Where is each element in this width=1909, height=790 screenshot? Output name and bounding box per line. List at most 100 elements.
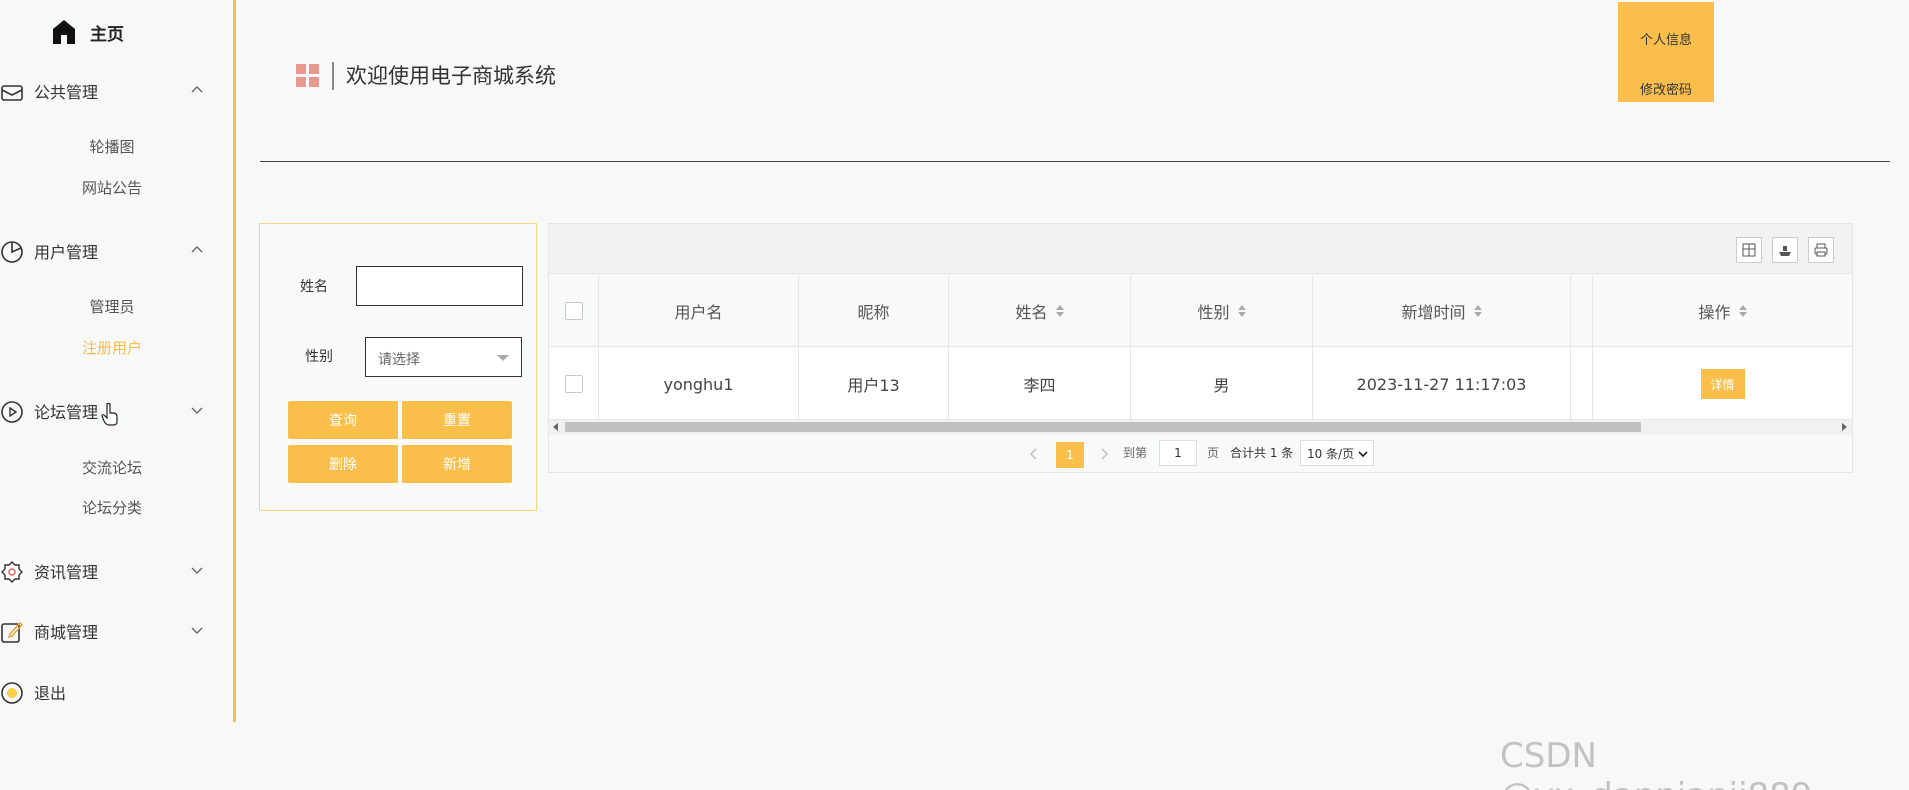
sidebar-group-label: 商城管理 <box>34 623 99 642</box>
print-icon <box>1814 243 1828 257</box>
col-username: 用户名 <box>599 275 799 347</box>
page-size-value: 10 条/页 <box>1307 446 1355 461</box>
select-all-checkbox[interactable] <box>564 302 583 320</box>
sort-icon <box>1738 305 1747 317</box>
table-header: 用户名 昵称 姓名 性别 新增时间 操作 <box>549 275 1852 347</box>
chevron-up-icon <box>191 86 203 93</box>
goto-suffix: 页 <box>1207 446 1220 460</box>
gender-placeholder: 请选择 <box>378 352 420 368</box>
sidebar-logout[interactable]: 退出 <box>0 675 236 709</box>
goto-prefix: 到第 <box>1123 446 1148 460</box>
horizontal-scrollbar[interactable] <box>549 420 1852 434</box>
profile-link[interactable]: 个人信息 <box>1618 29 1714 48</box>
sidebar-group-label: 公共管理 <box>34 83 99 102</box>
page-title: 欢迎使用电子商城系统 <box>332 62 556 90</box>
sidebar-group-forum[interactable]: 论坛管理 <box>0 394 236 428</box>
chevron-down-icon <box>191 567 203 574</box>
sidebar-logout-label: 退出 <box>34 684 67 703</box>
sidebar: 主页 公共管理 轮播图 网站公告 用户管理 管理员 注册用户 论坛管理 交流论坛… <box>0 0 236 722</box>
sidebar-group-label: 论坛管理 <box>34 403 99 422</box>
sort-icon <box>1473 305 1482 317</box>
col-created-label: 新增时间 <box>1401 303 1466 322</box>
row-checkbox-cell <box>549 348 599 420</box>
page-size-select[interactable]: 10 条/页 <box>1300 440 1374 466</box>
badge-icon <box>1 561 23 583</box>
pie-icon <box>1 241 23 263</box>
col-action-label: 操作 <box>1698 303 1731 322</box>
col-spacer <box>1571 275 1593 347</box>
col-name-label: 姓名 <box>1015 303 1048 322</box>
sidebar-group-mall[interactable]: 商城管理 <box>0 614 236 648</box>
col-username-label: 用户名 <box>674 303 723 322</box>
print-button[interactable] <box>1808 237 1834 263</box>
col-created[interactable]: 新增时间 <box>1313 275 1571 347</box>
scroll-left-icon[interactable] <box>553 423 558 431</box>
scroll-right-icon[interactable] <box>1842 423 1847 431</box>
search-panel: 姓名 性别 请选择 查询 重置 删除 新增 <box>259 223 537 511</box>
gender-select[interactable]: 请选择 <box>365 337 522 377</box>
col-nickname: 昵称 <box>799 275 949 347</box>
cell-action: 详情 <box>1593 348 1852 420</box>
next-page-icon[interactable] <box>1099 448 1109 460</box>
header-divider <box>260 161 1890 162</box>
current-page[interactable]: 1 <box>1056 442 1084 468</box>
export-button[interactable] <box>1772 237 1798 263</box>
chevron-down-icon <box>191 407 203 414</box>
sidebar-item-admin[interactable]: 管理员 <box>0 296 224 317</box>
scroll-thumb[interactable] <box>565 422 1641 432</box>
chevron-up-icon <box>191 246 203 253</box>
sidebar-item-forum-category[interactable]: 论坛分类 <box>0 497 224 518</box>
gender-label: 性别 <box>305 349 333 365</box>
sort-icon <box>1055 305 1064 317</box>
col-gender-label: 性别 <box>1197 303 1230 322</box>
reset-button[interactable]: 重置 <box>402 401 512 439</box>
detail-button[interactable]: 详情 <box>1700 369 1745 399</box>
prev-page-icon[interactable] <box>1029 448 1039 460</box>
header-checkbox-cell <box>549 275 599 347</box>
data-table: 用户名 昵称 姓名 性别 新增时间 操作 yonghu1 用户13 李四 男 2… <box>548 223 1853 473</box>
row-checkbox[interactable] <box>564 375 583 393</box>
sidebar-group-news[interactable]: 资讯管理 <box>0 554 236 588</box>
columns-button[interactable] <box>1736 237 1762 263</box>
name-input[interactable] <box>356 266 523 306</box>
page-header: 欢迎使用电子商城系统 <box>296 62 556 90</box>
delete-button[interactable]: 删除 <box>288 445 398 483</box>
table-toolbar <box>549 224 1852 274</box>
columns-icon <box>1742 243 1756 257</box>
sidebar-home-label: 主页 <box>90 24 124 45</box>
sidebar-group-public[interactable]: 公共管理 <box>0 74 236 108</box>
grid-icon <box>296 64 319 87</box>
query-button[interactable]: 查询 <box>288 401 398 439</box>
sidebar-item-notice[interactable]: 网站公告 <box>0 177 224 198</box>
user-menu: 个人信息 修改密码 <box>1618 2 1714 102</box>
cell-gender: 男 <box>1131 348 1313 420</box>
cell-nickname: 用户13 <box>799 348 949 420</box>
goto-page-input[interactable]: 1 <box>1159 440 1197 466</box>
sidebar-item-carousel[interactable]: 轮播图 <box>0 136 224 157</box>
mail-icon <box>1 85 23 101</box>
edit-icon <box>1 621 23 643</box>
col-name[interactable]: 姓名 <box>949 275 1131 347</box>
sidebar-group-users[interactable]: 用户管理 <box>0 234 236 268</box>
sort-icon <box>1237 305 1246 317</box>
cell-username: yonghu1 <box>599 348 799 420</box>
total-count: 合计共 1 条 <box>1230 446 1294 460</box>
table-row: yonghu1 用户13 李四 男 2023-11-27 11:17:03 详情 <box>549 348 1852 420</box>
sidebar-item-registered-users[interactable]: 注册用户 <box>0 337 224 358</box>
sidebar-home[interactable]: 主页 <box>52 14 124 50</box>
dropdown-arrow-icon <box>497 355 509 361</box>
coin-icon <box>1 682 23 704</box>
col-action[interactable]: 操作 <box>1593 275 1852 347</box>
col-gender[interactable]: 性别 <box>1131 275 1313 347</box>
pagination: 1 到第 1 页 合计共 1 条 10 条/页 <box>549 434 1852 472</box>
home-icon <box>53 20 75 44</box>
sidebar-item-forum[interactable]: 交流论坛 <box>0 457 224 478</box>
cell-spacer <box>1571 348 1593 420</box>
export-icon <box>1779 246 1791 256</box>
change-password-link[interactable]: 修改密码 <box>1618 79 1714 98</box>
cell-created: 2023-11-27 11:17:03 <box>1313 348 1571 420</box>
chevron-down-icon <box>191 627 203 634</box>
sidebar-group-label: 用户管理 <box>34 243 99 262</box>
watermark: CSDN @vx_danpianji889 <box>1500 736 1812 790</box>
add-button[interactable]: 新增 <box>402 445 512 483</box>
